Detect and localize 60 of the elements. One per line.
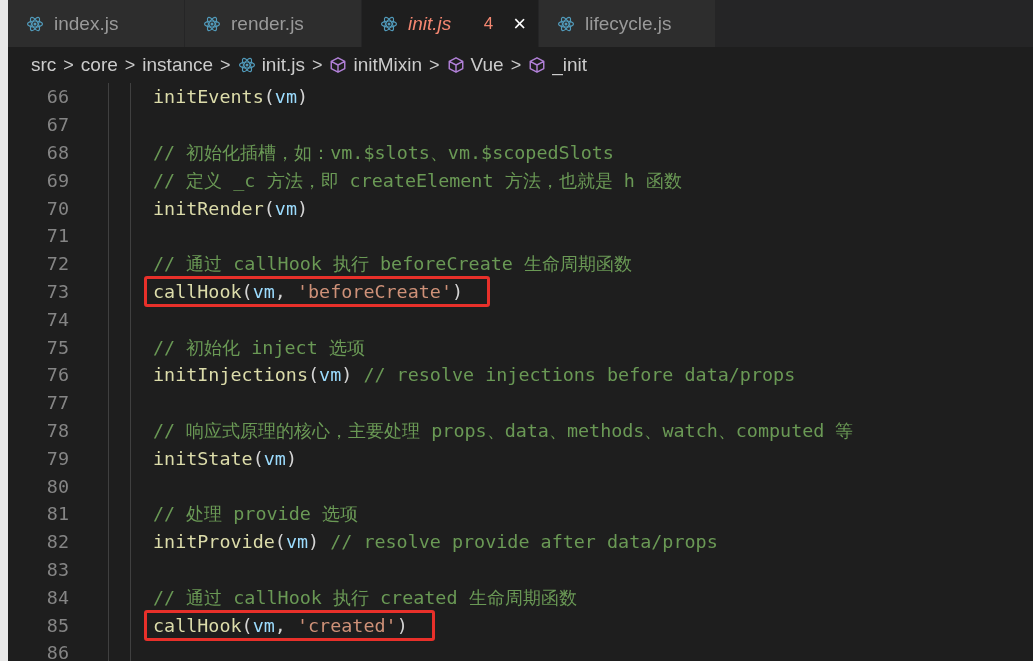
code-line: // 定义 _c 方法，即 createElement 方法，也就是 h 函数 (152, 168, 683, 193)
separator-icon: > (124, 54, 136, 76)
react-icon (557, 14, 575, 33)
code-line: initRender(vm) (152, 196, 310, 221)
breadcrumb[interactable]: Vue (470, 54, 504, 76)
code-line: // 初始化 inject 选项 (152, 335, 366, 360)
line-number: 76 (45, 364, 69, 386)
line-number: 78 (45, 419, 69, 441)
code-line: // 通过 callHook 执行 created 生命周期函数 (152, 585, 578, 610)
react-icon (26, 14, 44, 33)
problem-count: 4 (483, 13, 494, 34)
react-icon (237, 56, 256, 74)
line-number: 84 (45, 586, 69, 608)
code-line: // 通过 callHook 执行 beforeCreate 生命周期函数 (152, 252, 633, 277)
cube-icon (446, 56, 465, 74)
code-line: // 处理 provide 选项 (152, 502, 359, 527)
breadcrumb[interactable]: _init (552, 54, 588, 76)
line-number: 79 (45, 447, 69, 469)
line-number: 69 (45, 169, 69, 191)
code-line: initEvents(vm) (152, 85, 310, 110)
line-number: 72 (45, 253, 69, 275)
line-number: 71 (45, 225, 69, 247)
breadcrumb[interactable]: initMixin (353, 54, 423, 76)
react-icon (380, 14, 398, 33)
separator-icon: > (220, 54, 231, 76)
code-line: initInjections(vm) // resolve injections before data/props (152, 363, 797, 388)
line-number: 83 (45, 558, 69, 580)
line-number: 73 (45, 280, 69, 302)
code-line: initState(vm) (152, 446, 298, 471)
separator-icon: > (429, 54, 440, 76)
line-number: 75 (45, 336, 69, 358)
line-number: 80 (45, 475, 69, 497)
breadcrumb[interactable]: init.js (261, 54, 305, 76)
close-button[interactable]: × (513, 10, 526, 37)
editor-tab[interactable]: index.js (8, 0, 185, 47)
breadcrumb[interactable]: core (80, 54, 118, 76)
editor-tab[interactable]: init.js 4 × (362, 0, 539, 47)
line-number: 81 (45, 503, 69, 525)
breadcrumb[interactable]: instance (142, 54, 214, 76)
line-number: 68 (45, 142, 69, 163)
react-icon (203, 14, 221, 33)
code-line: // 初始化插槽，如：vm.$slots、vm.$scopedSlots (152, 141, 615, 165)
code-line: // 响应式原理的核心，主要处理 props、data、methods、watch、computed 等 (152, 418, 855, 443)
line-number: 77 (45, 392, 69, 414)
separator-icon: > (510, 54, 522, 76)
breadcrumb[interactable]: src (31, 54, 57, 76)
line-number: 66 (45, 86, 69, 108)
line-number: 67 (45, 114, 69, 136)
editor-tab[interactable]: lifecycle.js (539, 0, 716, 47)
line-number: 70 (45, 197, 69, 219)
line-number: 85 (45, 614, 69, 636)
code-line: initProvide(vm) // resolve provide after data/props (152, 530, 719, 555)
line-number: 86 (45, 642, 69, 661)
editor-tab[interactable]: render.js (185, 0, 362, 47)
separator-icon: > (63, 54, 74, 76)
cube-icon (528, 56, 547, 74)
line-number: 82 (45, 531, 69, 553)
separator-icon: > (311, 54, 323, 76)
cube-icon (329, 56, 348, 74)
line-number: 74 (45, 308, 69, 330)
